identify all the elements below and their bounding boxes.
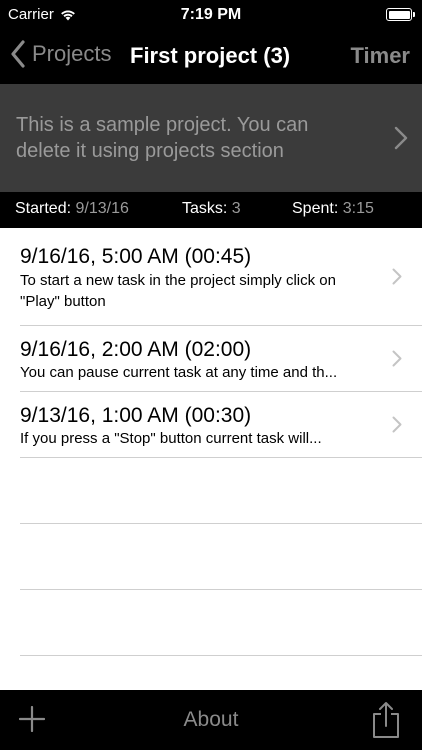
clock: 7:19 PM xyxy=(180,6,242,23)
project-description-text: This is a sample project. You can delete… xyxy=(16,114,309,162)
project-stats-bar: Started: 9/13/16 Tasks: 3 Spent: 3:15 xyxy=(0,192,422,228)
chevron-right-icon xyxy=(392,268,402,285)
task-title: 9/16/16, 5:00 AM (00:45) xyxy=(20,245,252,268)
task-title: 9/13/16, 1:00 AM (00:30) xyxy=(20,404,252,427)
task-subtitle: To start a new task in the project simpl… xyxy=(20,272,336,310)
back-button-label: Projects xyxy=(32,41,112,66)
share-icon[interactable] xyxy=(372,701,400,739)
task-row[interactable]: 9/16/16, 5:00 AM (00:45) To start a new … xyxy=(0,228,422,325)
stat-spent-label: Spent: xyxy=(292,200,339,217)
page-title: First project (3) xyxy=(130,43,291,68)
chevron-right-icon xyxy=(392,350,402,367)
stat-tasks-label: Tasks: xyxy=(182,200,228,217)
bottom-toolbar: About xyxy=(0,690,422,750)
task-row[interactable]: 9/13/16, 1:00 AM (00:30) If you press a … xyxy=(0,392,422,457)
task-subtitle: If you press a "Stop" button current tas… xyxy=(20,430,322,447)
about-button-wrap: About xyxy=(0,708,422,732)
status-bar: Carrier 7:19 PM xyxy=(0,0,422,30)
stat-spent: Spent: 3:15 xyxy=(292,200,374,218)
chevron-left-icon xyxy=(11,40,25,68)
task-subtitle: You can pause current task at any time a… xyxy=(20,364,338,381)
back-button[interactable]: Projects xyxy=(10,40,111,68)
battery-icon xyxy=(386,8,415,21)
stat-started: Started: 9/13/16 xyxy=(15,200,129,218)
task-title: 9/16/16, 2:00 AM (02:00) xyxy=(20,338,252,361)
stat-started-value: 9/13/16 xyxy=(75,200,129,217)
about-button[interactable]: About xyxy=(184,708,239,731)
navigation-bar: Projects First project (3) Timer xyxy=(0,30,422,84)
task-row[interactable]: 9/16/16, 2:00 AM (02:00) You can pause c… xyxy=(0,326,422,391)
stat-started-label: Started: xyxy=(15,200,72,217)
task-list: 9/16/16, 5:00 AM (00:45) To start a new … xyxy=(0,228,422,690)
stat-tasks: Tasks: 3 xyxy=(182,200,241,218)
row-separator xyxy=(20,655,422,656)
row-separator xyxy=(20,457,422,458)
chevron-right-icon xyxy=(394,126,408,150)
project-description-cell[interactable]: This is a sample project. You can delete… xyxy=(0,84,422,192)
stat-tasks-value: 3 xyxy=(231,200,241,217)
row-separator xyxy=(20,523,422,524)
chevron-right-icon xyxy=(392,416,402,433)
stat-spent-value: 3:15 xyxy=(342,200,374,217)
timer-button[interactable]: Timer xyxy=(350,43,410,69)
row-separator xyxy=(20,589,422,590)
